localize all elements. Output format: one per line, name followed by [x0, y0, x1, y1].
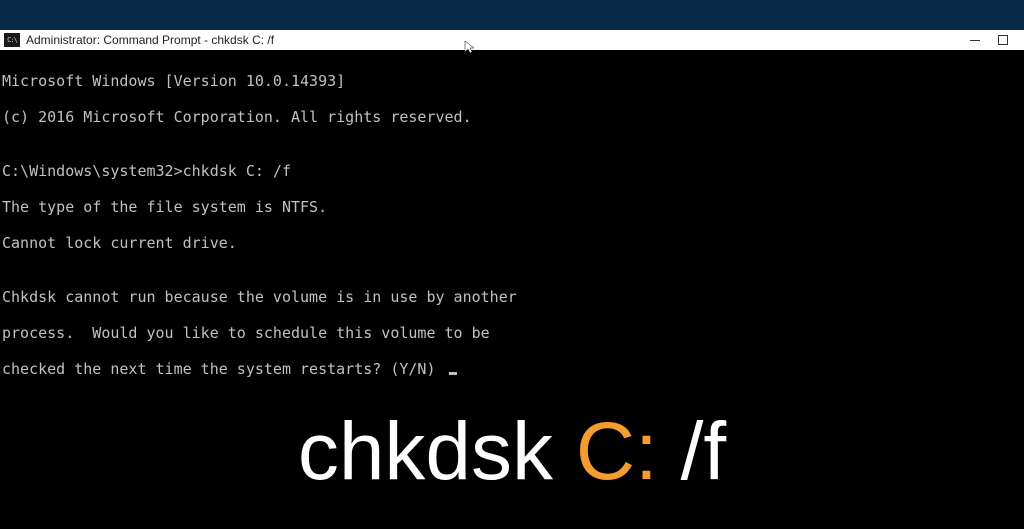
terminal-line-text: checked the next time the system restart… — [2, 360, 445, 378]
terminal-prompt-line: C:\Windows\system32>chkdsk C: /f — [2, 162, 1022, 180]
window-titlebar[interactable]: C:\ Administrator: Command Prompt - chkd… — [0, 30, 1024, 50]
terminal-awaiting-input: checked the next time the system restart… — [2, 360, 1022, 378]
caption-accent: C: — [576, 406, 658, 497]
maximize-button[interactable] — [998, 35, 1008, 45]
terminal-line: Microsoft Windows [Version 10.0.14393] — [2, 72, 1022, 90]
text-cursor — [449, 372, 457, 375]
terminal-line: Chkdsk cannot run because the volume is … — [2, 288, 1022, 306]
terminal-line: Cannot lock current drive. — [2, 234, 1022, 252]
maximize-icon — [998, 35, 1008, 45]
minimize-button[interactable] — [970, 40, 980, 41]
caption-overlay: chkdsk C: /f — [0, 405, 1024, 499]
caption-part: /f — [658, 406, 726, 497]
caption-part: chkdsk — [298, 406, 576, 497]
terminal-line: (c) 2016 Microsoft Corporation. All righ… — [2, 108, 1022, 126]
window-buttons — [970, 35, 1020, 45]
window-title: Administrator: Command Prompt - chkdsk C… — [26, 33, 274, 47]
cmd-icon: C:\ — [4, 33, 20, 47]
minimize-icon — [970, 40, 980, 41]
terminal-line: process. Would you like to schedule this… — [2, 324, 1022, 342]
terminal-line: The type of the file system is NTFS. — [2, 198, 1022, 216]
